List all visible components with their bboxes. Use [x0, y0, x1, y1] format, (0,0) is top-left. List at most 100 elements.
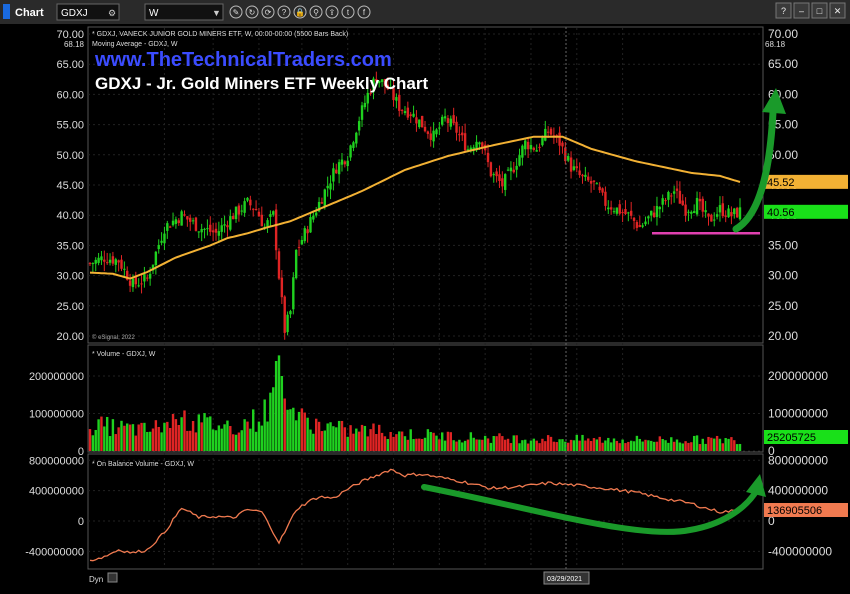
volume-bar[interactable] [249, 428, 252, 451]
volume-bar[interactable] [366, 436, 369, 451]
volume-bar[interactable] [481, 439, 484, 451]
volume-bar[interactable] [592, 438, 596, 451]
candle[interactable] [443, 116, 447, 119]
volume-bar[interactable] [398, 431, 401, 451]
volume-bar[interactable] [209, 416, 212, 451]
volume-bar[interactable] [469, 432, 473, 451]
volume-bar[interactable] [675, 439, 679, 451]
volume-bar[interactable] [518, 443, 521, 451]
volume-bar[interactable] [151, 428, 155, 451]
volume-bar[interactable] [598, 436, 601, 451]
candle[interactable] [229, 216, 232, 230]
volume-bar[interactable] [707, 436, 710, 451]
volume-bar[interactable] [544, 441, 547, 451]
volume-bar[interactable] [406, 439, 410, 451]
volume-bar[interactable] [103, 426, 106, 451]
volume-bar[interactable] [658, 436, 662, 451]
candle[interactable] [670, 195, 673, 197]
candle[interactable] [108, 259, 112, 263]
candle[interactable] [312, 215, 315, 220]
volume-bar[interactable] [609, 442, 613, 451]
volume-bar[interactable] [140, 422, 143, 451]
candle[interactable] [512, 169, 515, 173]
candle[interactable] [715, 214, 719, 217]
candle[interactable] [655, 206, 659, 218]
candle[interactable] [266, 220, 269, 227]
volume-bar[interactable] [294, 420, 298, 451]
candle[interactable] [246, 197, 249, 201]
volume-bar[interactable] [166, 421, 169, 451]
volume-bar[interactable] [475, 439, 478, 451]
symbol-input[interactable]: GDXJ ⚙ [56, 3, 120, 21]
volume-bar[interactable] [538, 443, 541, 451]
candle[interactable] [641, 225, 644, 227]
volume-bar[interactable] [229, 426, 232, 451]
candle[interactable] [292, 277, 295, 310]
volume-bar[interactable] [409, 429, 412, 451]
volume-bar[interactable] [461, 442, 464, 451]
candle[interactable] [418, 119, 421, 128]
candle[interactable] [114, 259, 117, 265]
volume-bar[interactable] [220, 428, 223, 451]
volume-bar[interactable] [624, 443, 627, 451]
candle[interactable] [566, 156, 570, 161]
volume-bar[interactable] [380, 432, 384, 451]
candle[interactable] [231, 215, 235, 220]
volume-bar[interactable] [501, 436, 504, 451]
volume-bar[interactable] [541, 438, 544, 451]
volume-bar[interactable] [272, 387, 275, 451]
candle[interactable] [315, 212, 318, 216]
volume-bar[interactable] [561, 439, 564, 451]
candle[interactable] [369, 92, 372, 94]
candle[interactable] [223, 224, 226, 226]
candle[interactable] [366, 92, 369, 104]
candle[interactable] [274, 209, 278, 251]
candle[interactable] [492, 174, 495, 176]
dyn-label[interactable]: Dyn [89, 575, 103, 584]
volume-bar[interactable] [650, 440, 653, 451]
volume-bar[interactable] [667, 442, 670, 451]
volume-bar[interactable] [274, 361, 278, 451]
volume-bar[interactable] [94, 429, 97, 451]
candle[interactable] [280, 277, 284, 298]
candle[interactable] [521, 145, 524, 158]
candle[interactable] [168, 226, 172, 228]
volume-bar[interactable] [687, 442, 690, 451]
volume-bar[interactable] [148, 431, 152, 451]
candle[interactable] [120, 259, 123, 269]
candle[interactable] [283, 296, 286, 333]
volume-bar[interactable] [713, 438, 716, 451]
candle[interactable] [355, 132, 358, 144]
candle[interactable] [529, 145, 533, 150]
candle[interactable] [294, 249, 298, 279]
volume-bar[interactable] [443, 440, 447, 451]
volume-bar[interactable] [569, 439, 573, 451]
volume-bar[interactable] [260, 425, 264, 451]
candle[interactable] [200, 229, 203, 233]
volume-bar[interactable] [446, 431, 450, 451]
volume-bar[interactable] [306, 417, 309, 451]
candle[interactable] [704, 210, 707, 213]
candle[interactable] [243, 201, 246, 213]
candle[interactable] [664, 200, 667, 202]
volume-bar[interactable] [105, 416, 109, 451]
candle[interactable] [701, 198, 704, 212]
volume-bar[interactable] [346, 436, 349, 451]
volume-bar[interactable] [168, 427, 172, 451]
volume-bar[interactable] [137, 424, 140, 451]
candle[interactable] [174, 219, 178, 224]
candle[interactable] [360, 105, 364, 120]
candle[interactable] [661, 198, 664, 205]
candle[interactable] [589, 181, 593, 184]
candle[interactable] [300, 240, 304, 245]
candle[interactable] [609, 207, 613, 210]
candle[interactable] [269, 214, 272, 217]
candle[interactable] [607, 207, 610, 210]
candle[interactable] [326, 185, 329, 189]
candle[interactable] [171, 220, 175, 226]
volume-bar[interactable] [320, 431, 324, 451]
candle[interactable] [638, 224, 641, 228]
volume-bar[interactable] [231, 434, 235, 451]
volume-bar[interactable] [555, 442, 558, 451]
volume-bar[interactable] [672, 441, 676, 451]
